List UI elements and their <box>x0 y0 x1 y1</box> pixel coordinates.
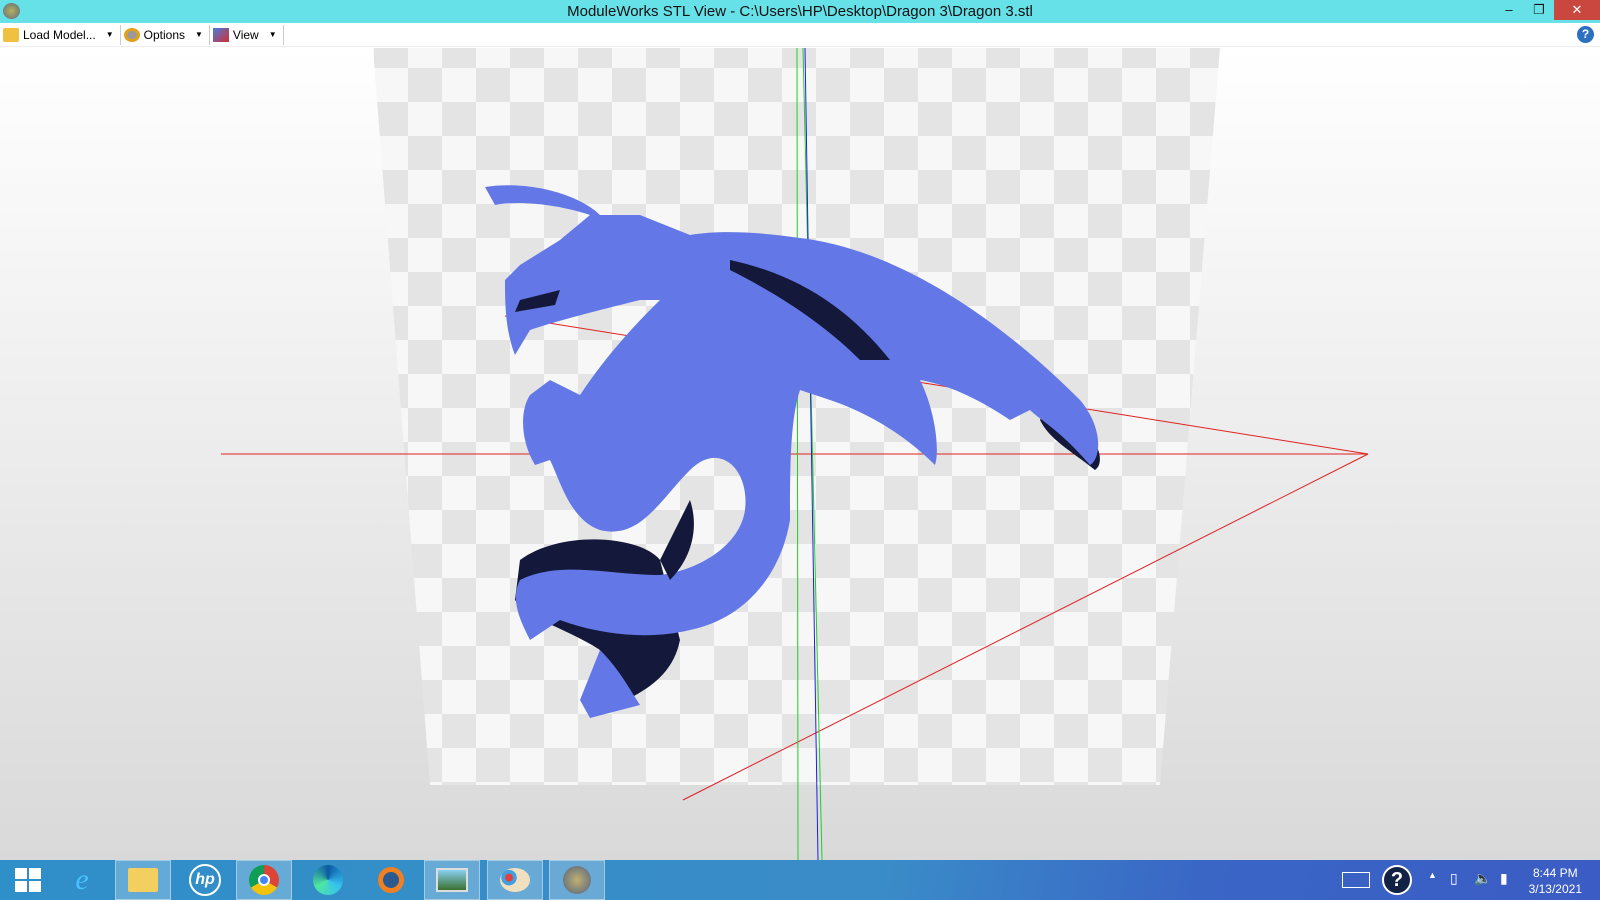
moduleworks-icon <box>563 866 591 894</box>
clock-date: 3/13/2021 <box>1528 882 1582 896</box>
taskbar-internet-explorer[interactable]: e <box>54 860 110 900</box>
blender-icon <box>378 867 404 893</box>
toolbar: Load Model... ▼ Options ▼ View ▼ ? <box>0 23 1600 47</box>
keyboard-icon[interactable] <box>1342 872 1370 888</box>
load-model-label: Load Model... <box>23 27 96 42</box>
signal-icon[interactable]: ▮ <box>1500 870 1508 887</box>
taskbar-hp[interactable]: hp <box>177 860 233 900</box>
taskbar: e hp ? ▲ ▯ 🔈 ▮ 8:44 PM 3/13/2021 <box>0 860 1600 900</box>
taskbar-chrome[interactable] <box>236 860 292 900</box>
app-icon <box>3 3 20 19</box>
options-button[interactable]: Options ▼ <box>121 24 210 45</box>
dropdown-arrow-icon: ▼ <box>105 30 114 39</box>
taskbar-paint[interactable] <box>487 860 543 900</box>
view-cube-icon <box>212 27 229 42</box>
taskbar-photos[interactable] <box>424 860 480 900</box>
start-button[interactable] <box>0 860 56 900</box>
photos-icon <box>436 868 468 892</box>
internet-explorer-icon: e <box>75 863 89 896</box>
taskbar-blender[interactable] <box>363 860 419 900</box>
hp-icon: hp <box>189 864 221 896</box>
help-icon[interactable]: ? <box>1577 26 1594 43</box>
network-icon[interactable]: ▯ <box>1450 870 1458 887</box>
windows-icon <box>15 868 41 892</box>
clock[interactable]: 8:44 PM 3/13/2021 <box>1529 865 1582 897</box>
title-bar: ModuleWorks STL View - C:\Users\HP\Deskt… <box>0 0 1600 23</box>
options-label: Options <box>143 27 185 42</box>
folder-icon <box>128 868 158 892</box>
dropdown-arrow-icon: ▼ <box>195 30 203 39</box>
clock-time: 8:44 PM <box>1532 866 1578 880</box>
gear-icon <box>123 27 140 42</box>
taskbar-edge[interactable] <box>300 860 356 900</box>
help-tray-icon[interactable]: ? <box>1382 865 1412 895</box>
minimize-button[interactable]: – <box>1494 0 1524 20</box>
scene <box>221 47 1369 861</box>
load-model-button[interactable]: Load Model... ▼ <box>0 24 121 45</box>
3d-viewport[interactable] <box>0 47 1600 861</box>
window-title: ModuleWorks STL View - C:\Users\HP\Deskt… <box>567 3 1033 20</box>
paint-palette-icon <box>500 868 530 892</box>
folder-icon <box>3 27 19 42</box>
show-hidden-icons-icon[interactable]: ▲ <box>1428 870 1437 880</box>
close-button[interactable]: ✕ <box>1554 0 1600 20</box>
view-label: View <box>232 27 259 42</box>
checker-ground-plane <box>373 48 1220 785</box>
dropdown-arrow-icon: ▼ <box>268 30 277 39</box>
restore-button[interactable]: ❐ <box>1524 0 1554 20</box>
volume-icon[interactable]: 🔈 <box>1474 870 1491 887</box>
taskbar-file-explorer[interactable] <box>115 860 171 900</box>
chrome-icon <box>249 865 279 895</box>
edge-icon <box>313 865 343 895</box>
view-button[interactable]: View ▼ <box>210 24 284 45</box>
taskbar-moduleworks-stl-view[interactable] <box>549 860 605 900</box>
